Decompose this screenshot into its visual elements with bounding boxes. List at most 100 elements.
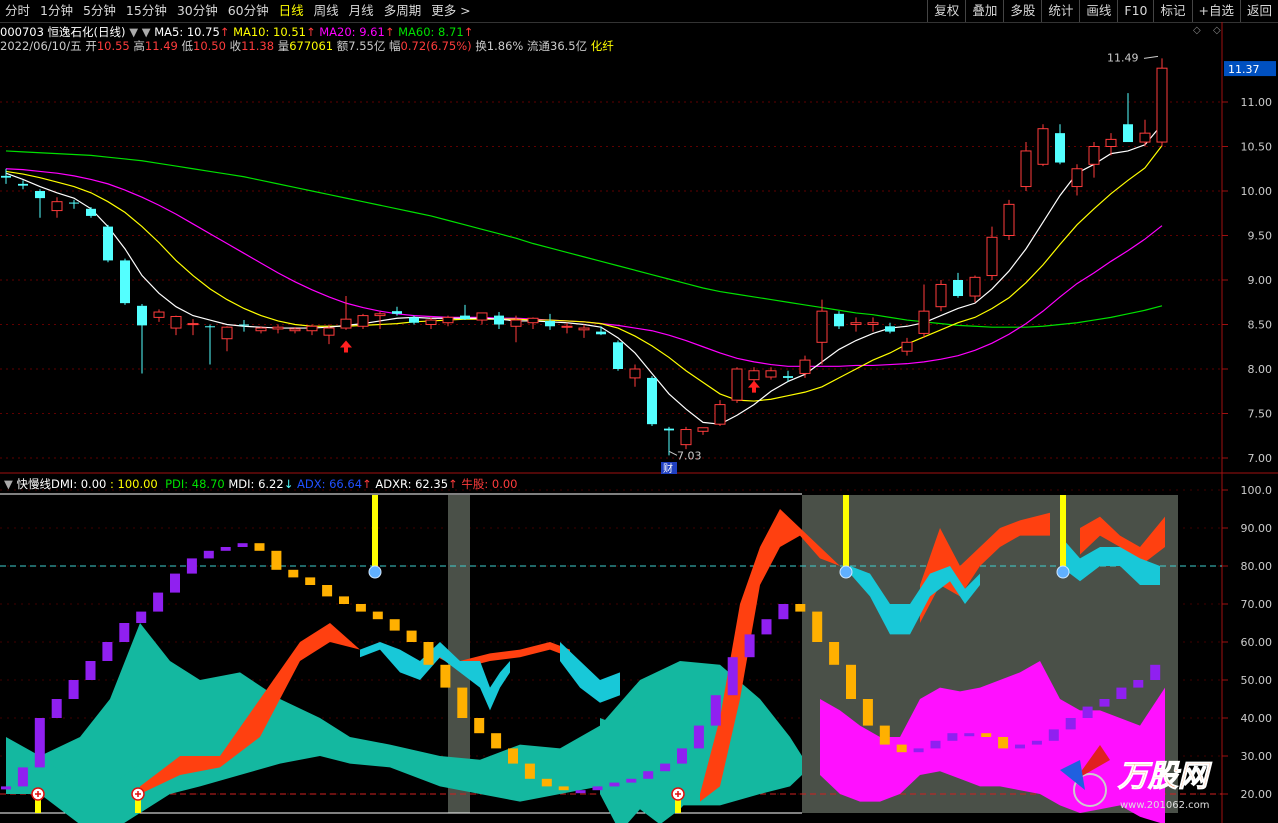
dmi-bar [677, 748, 687, 764]
indicator-tick-label: 50.00 [1241, 674, 1273, 687]
period-tab-9[interactable]: 多周期 [379, 0, 427, 22]
dmi-bar [744, 634, 755, 658]
sector-value[interactable]: 化纤 [591, 39, 614, 53]
high-pointer [1143, 55, 1159, 59]
dmi-bar [1116, 687, 1127, 699]
dmi-bar [1099, 699, 1110, 707]
price-tick-label: 9.50 [1248, 230, 1273, 243]
dmi-bar [254, 543, 265, 551]
period-tab-5[interactable]: 60分钟 [223, 0, 274, 22]
period-tab-7[interactable]: 周线 [309, 0, 344, 22]
period-tab-1[interactable]: 1分钟 [35, 0, 78, 22]
candle-body [120, 260, 130, 304]
dmi-bar [34, 718, 45, 768]
candle-body [137, 305, 147, 326]
candle-body [1123, 124, 1133, 143]
candle-body [255, 327, 267, 332]
dmi-bar [305, 577, 316, 585]
pdi-value: PDI: 48.70 [165, 477, 225, 491]
event-tag-label: 财 [663, 462, 673, 475]
dmi-bar [1048, 729, 1059, 741]
dmi-bar [524, 763, 535, 779]
amount-value: 7.55亿 [348, 39, 386, 53]
candle-body [494, 315, 504, 325]
indicator-tick-label: 70.00 [1241, 598, 1273, 611]
period-tab-3[interactable]: 15分钟 [121, 0, 172, 22]
candle-body [442, 316, 454, 324]
candle-body [51, 201, 63, 212]
indicator-name[interactable]: 快慢线DMI [17, 477, 74, 491]
dmi-bar [271, 550, 282, 570]
period-tab-2[interactable]: 5分钟 [78, 0, 121, 22]
indicator-settings-icon[interactable]: ▼ [4, 477, 13, 491]
dmi-bar [136, 611, 147, 623]
period-tab-8[interactable]: 月线 [344, 0, 379, 22]
candle-body [1003, 203, 1015, 237]
low-price-label: 7.03 [677, 449, 702, 462]
sell-signal-icon [368, 565, 382, 579]
candle-body [816, 310, 828, 343]
candle-body [239, 324, 249, 326]
candle-body [272, 326, 284, 330]
dmi-bar [592, 786, 603, 791]
toolbar-button-2[interactable]: 多股 [1003, 0, 1041, 22]
diamond-icon[interactable]: ◇ [1193, 25, 1201, 36]
toolbar-button-8[interactable]: 返回 [1239, 0, 1278, 22]
period-tab-10[interactable]: 更多 > [426, 0, 475, 22]
dmi-bar [389, 619, 400, 631]
high-value: 11.49 [144, 39, 178, 53]
dmi-bar [896, 744, 907, 753]
sell-signal-stick [1060, 495, 1066, 566]
quote-detail: 2022/06/10/五 开10.55 高11.49 低10.50 收11.38… [0, 38, 614, 54]
ma5-line [5, 123, 1163, 425]
toolbar-button-5[interactable]: F10 [1117, 0, 1153, 22]
dmi-bar [998, 737, 1009, 749]
dmi-bar [491, 733, 502, 749]
settings-icon[interactable]: ▼ [129, 25, 138, 39]
price-tick-label: 11.00 [1241, 96, 1273, 109]
watermark-logo-icon [1075, 745, 1110, 780]
open-label: 开 [85, 39, 97, 53]
red-arrow-icon [340, 340, 352, 353]
toolbar-button-1[interactable]: 叠加 [965, 0, 1003, 22]
low-pointer [668, 450, 678, 456]
period-tab-4[interactable]: 30分钟 [172, 0, 223, 22]
dmi-bar [930, 740, 941, 749]
dmi-bar [186, 558, 197, 574]
period-tab-0[interactable]: 分时 [0, 0, 35, 22]
diamond-icon[interactable]: ◇ [1213, 25, 1221, 36]
candle-body [578, 327, 590, 331]
chart-area[interactable]: 11.00 10.50 10.00 9.50 9.00 8.50 8.00 7.50 7.00 1… [0, 0, 1278, 823]
toolbar-button-0[interactable]: 复权 [927, 0, 965, 22]
ma-settings-icon[interactable]: ▼ [142, 25, 151, 39]
watermark-url: www.201062.com [1120, 800, 1210, 811]
candle-body [596, 331, 606, 335]
pdi-band [600, 699, 720, 823]
change-label: 幅 [389, 39, 401, 53]
cyan-band [360, 642, 510, 711]
candle-body [103, 226, 113, 261]
candle-body [1105, 138, 1117, 148]
dmi-bar [1031, 740, 1042, 745]
low-label: 低 [181, 39, 194, 53]
sell-signal-icon [839, 565, 853, 579]
candle-body [935, 283, 947, 308]
candle-body [765, 370, 777, 378]
stock-name[interactable]: 000703 恒逸石化(日线) [0, 25, 126, 39]
dmi-bar [626, 778, 637, 783]
dmi-bar [68, 680, 79, 699]
toolbar-button-3[interactable]: 统计 [1041, 0, 1079, 22]
candle-body [1055, 133, 1065, 163]
mdi-band [920, 512, 1050, 623]
red-arrow-icon [748, 380, 760, 393]
period-tab-6[interactable]: 日线 [274, 0, 309, 22]
toolbar-button-7[interactable]: +自选 [1191, 0, 1240, 22]
dmi-bar [440, 664, 451, 688]
candle-body [357, 315, 369, 327]
candle-body [714, 404, 726, 425]
candle-body [306, 325, 318, 332]
toolbar-button-6[interactable]: 标记 [1153, 0, 1191, 22]
dmi-bar [795, 604, 806, 612]
toolbar-button-4[interactable]: 画线 [1079, 0, 1117, 22]
float-value: 流通36.5亿 [527, 39, 588, 53]
